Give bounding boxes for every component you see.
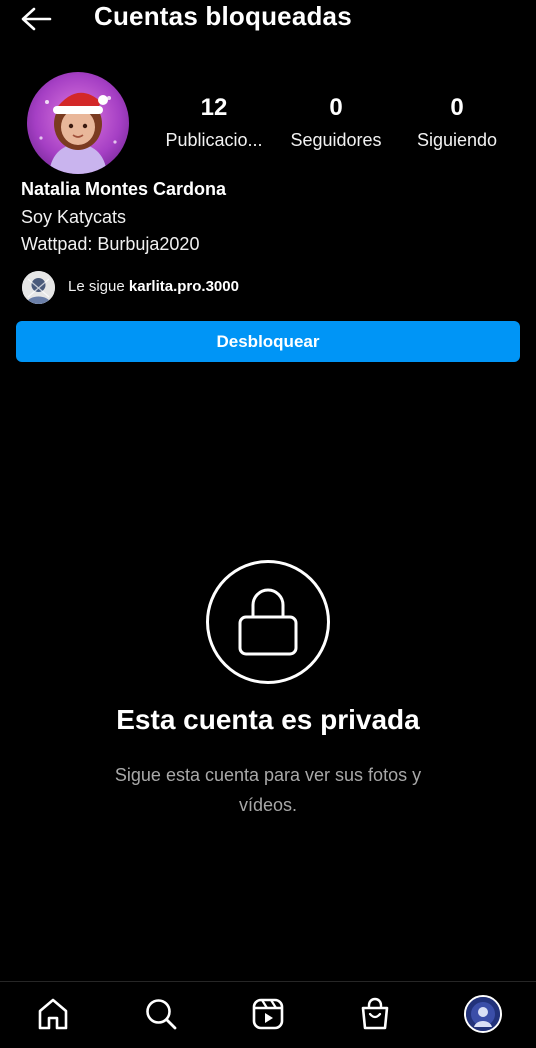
blocked-account-profile-screen: Cuentas bloqueadas 12 Publicacio... 0 Se… [0,0,536,1048]
private-account-description: Sigue esta cuenta para ver sus fotos y v… [114,765,422,815]
search-icon [146,999,177,1030]
followed-by-prefix: Le sigue [68,278,129,295]
lock-icon [205,559,331,685]
home-icon [38,998,68,1030]
private-account-title: Esta cuenta es privada [116,704,420,735]
bio-line: Wattpad: Burbuja2020 [21,234,200,254]
following-count-label: Siguiendo [416,130,498,150]
following-count[interactable]: 0 Siguiendo [410,92,504,156]
back-button[interactable] [18,4,54,34]
followed-by-text[interactable]: Le sigue karlita.pro.3000 [68,278,239,295]
posts-count-label: Publicacio... [165,130,263,150]
unblock-button[interactable]: Desbloquear [16,321,520,362]
profile-avatar-icon [464,995,502,1033]
page-title: Cuentas bloqueadas [94,1,352,31]
arrow-left-icon [21,7,52,31]
bio-line: Soy Katycats [21,207,127,227]
bottom-navigation [0,981,536,1048]
posts-count[interactable]: 12 Publicacio... [160,92,268,156]
shop-icon [361,997,389,1030]
profile-avatar[interactable] [27,72,129,174]
followed-by-username[interactable]: karlita.pro.3000 [129,278,239,295]
followers-count[interactable]: 0 Seguidores [284,92,388,156]
profile-name: Natalia Montes Cardona [21,179,227,199]
nav-shop[interactable] [353,992,397,1036]
following-count-value: 0 [450,94,464,121]
profile-picture [27,72,129,174]
nav-home[interactable] [31,992,75,1036]
nav-search[interactable] [139,992,183,1036]
top-bar: Cuentas bloqueadas [0,0,536,40]
reels-icon [252,998,284,1030]
followers-count-label: Seguidores [290,130,382,150]
mutual-follower-avatar[interactable] [22,271,55,304]
nav-profile[interactable] [461,992,505,1036]
nav-reels[interactable] [246,992,290,1036]
posts-count-value: 12 [200,94,228,121]
mutual-follower-picture [22,271,55,304]
followers-count-value: 0 [329,94,343,121]
